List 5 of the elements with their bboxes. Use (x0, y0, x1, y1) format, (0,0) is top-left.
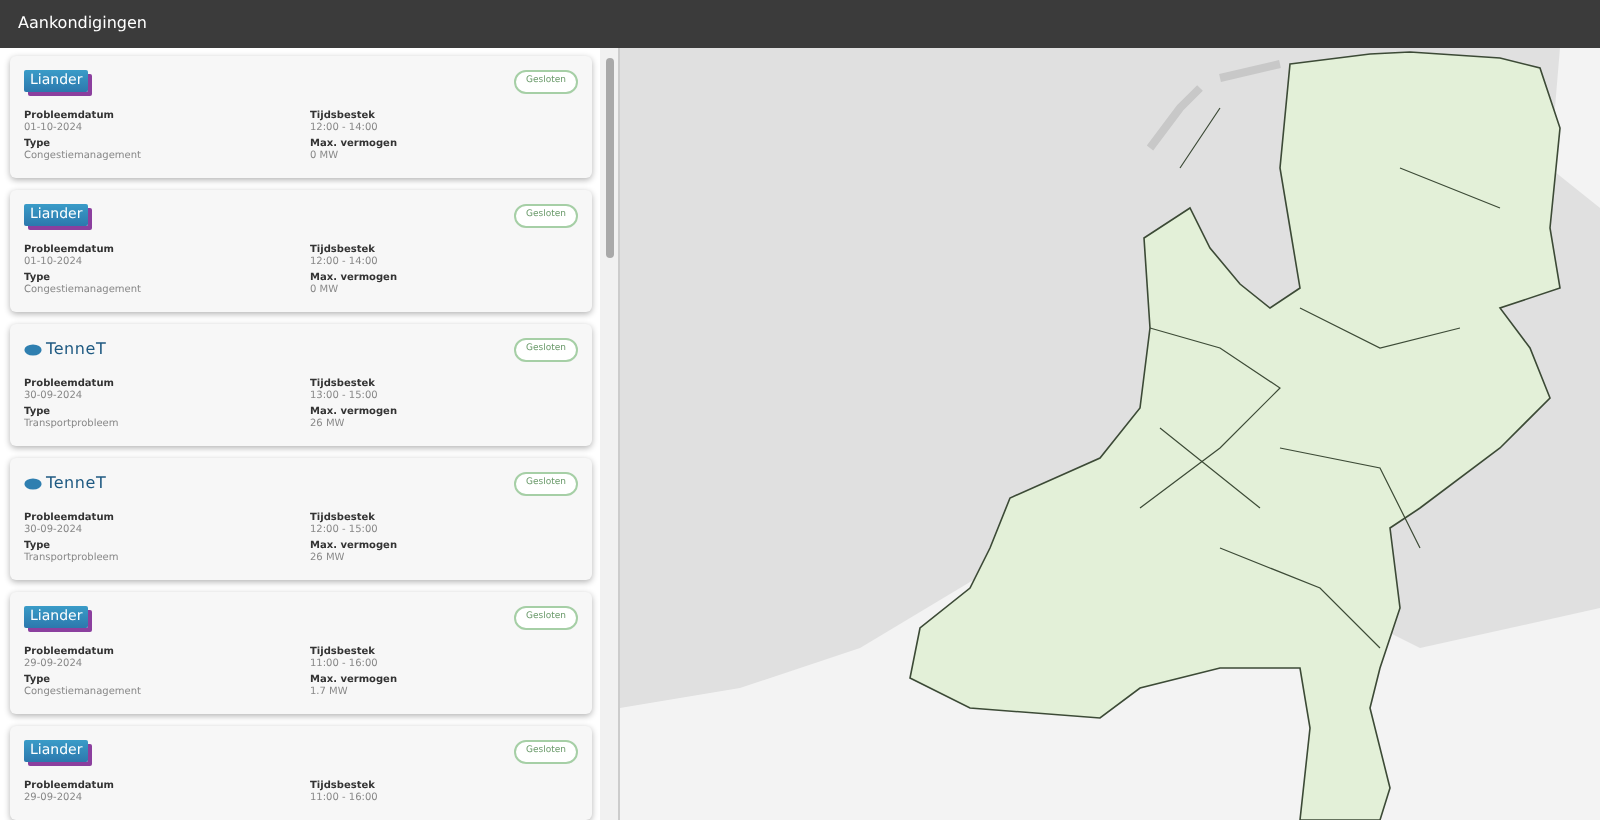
operator-logo-text: TenneT (46, 338, 107, 362)
map-drawing[interactable] (620, 48, 1600, 820)
page-title: Aankondigingen (18, 12, 147, 36)
operator-logo-text: TenneT (46, 472, 107, 496)
scrollbar[interactable] (600, 48, 618, 820)
